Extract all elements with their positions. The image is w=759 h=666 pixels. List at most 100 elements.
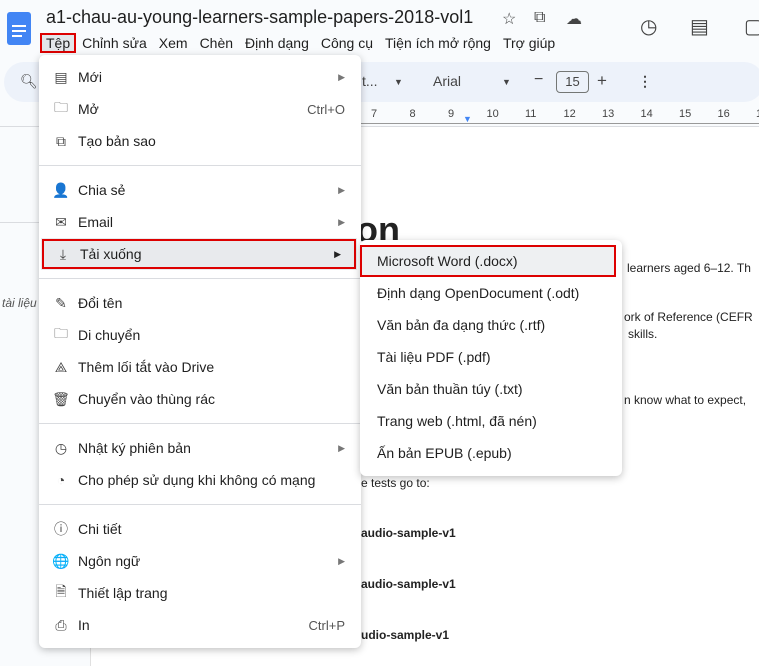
download-option[interactable]: Định dạng OpenDocument (.odt) bbox=[360, 277, 622, 309]
menu-item-label: Mở bbox=[78, 101, 99, 117]
doc-text: e tests go to: bbox=[361, 476, 430, 490]
style-select[interactable]: t... bbox=[362, 73, 378, 89]
outline-text: tài liệu bbox=[2, 296, 37, 310]
menu-divider bbox=[39, 504, 361, 505]
globe-icon: 🌐 bbox=[52, 552, 70, 569]
menu-item[interactable]: Công cụ bbox=[315, 33, 379, 53]
file-menu-item[interactable]: 🗀 Mở Ctrl+O bbox=[39, 93, 361, 125]
info-icon: ⓘ bbox=[54, 521, 68, 537]
doc-text: ork of Reference (CEFR bbox=[624, 310, 753, 324]
menu-item[interactable]: Xem bbox=[153, 33, 194, 53]
page-setup-icon: 🗎 bbox=[55, 583, 67, 599]
file-menu-item[interactable]: ⤓ Tải xuống ▶ bbox=[41, 238, 357, 270]
menu-item-label: Tạo bản sao bbox=[78, 133, 156, 149]
download-option[interactable]: Trang web (.html, đã nén) bbox=[360, 405, 622, 437]
submenu-arrow-icon: ▶ bbox=[338, 216, 345, 227]
submenu-arrow-icon: ▶ bbox=[338, 184, 345, 195]
move-folder-icon[interactable]: ⧉ bbox=[534, 9, 545, 27]
menu-item[interactable]: Tiện ích mở rộng bbox=[379, 33, 497, 53]
ruler-tick-label: 12 bbox=[563, 108, 576, 120]
menu-divider bbox=[39, 165, 361, 166]
download-option[interactable]: Tài liệu PDF (.pdf) bbox=[360, 341, 622, 373]
menu-item-label: Chi tiết bbox=[78, 521, 122, 537]
file-menu-item[interactable]: ✎ Đổi tên bbox=[39, 287, 361, 319]
menu-item[interactable]: Trợ giúp bbox=[497, 33, 561, 53]
file-menu-item[interactable]: 🗀 Di chuyển bbox=[39, 319, 361, 351]
doc-icon: ▤ bbox=[54, 68, 68, 85]
doc-bold-text: udio-sample-v1 bbox=[361, 628, 450, 642]
download-option[interactable]: Microsoft Word (.docx) bbox=[360, 245, 616, 277]
copy-icon: ⧉ bbox=[56, 132, 66, 149]
folder-icon: 🗀 bbox=[54, 99, 68, 115]
file-menu-item[interactable]: ✉ Email ▶ bbox=[39, 206, 361, 238]
file-menu-item[interactable]: 👤 Chia sẻ ▶ bbox=[39, 174, 361, 206]
cloud-saved-icon[interactable]: ☁ bbox=[566, 9, 582, 29]
menu-item-label: In bbox=[78, 617, 90, 633]
trash-icon: 🗑 bbox=[52, 390, 70, 407]
version-history-icon[interactable]: ◷ bbox=[640, 14, 657, 39]
file-menu-item[interactable]: ⎙ In Ctrl+P bbox=[39, 609, 361, 641]
menu-item-label: Đổi tên bbox=[78, 295, 123, 311]
menu-item-label: Ngôn ngữ bbox=[78, 553, 141, 569]
download-option[interactable]: Văn bản thuần túy (.txt) bbox=[360, 373, 622, 405]
chevron-down-icon: ▼ bbox=[394, 77, 403, 87]
file-menu-item[interactable]: 🗎 Thiết lập trang bbox=[39, 577, 361, 609]
ruler-tick-label: 7 bbox=[371, 108, 378, 120]
indent-marker[interactable]: ▼ bbox=[463, 114, 472, 124]
increase-font-size-button[interactable]: + bbox=[597, 71, 607, 91]
menu-item-label: Chia sẻ bbox=[78, 182, 126, 198]
menu-item-label: Chuyển vào thùng rác bbox=[78, 391, 215, 407]
doc-bold-text: audio-sample-v1 bbox=[361, 577, 456, 591]
download-option[interactable]: Văn bản đa dạng thức (.rtf) bbox=[360, 309, 622, 341]
file-menu-item[interactable]: 🌐 Ngôn ngữ ▶ bbox=[39, 545, 361, 577]
doc-text: skills. bbox=[628, 327, 658, 341]
file-menu-item[interactable]: 🗑 Chuyển vào thùng rác bbox=[39, 383, 361, 415]
menu-item-label: Email bbox=[78, 214, 114, 230]
email-icon: ✉ bbox=[55, 213, 67, 230]
ruler-tick-label: 15 bbox=[679, 108, 692, 120]
doc-text: n know what to expect, bbox=[624, 393, 747, 407]
file-menu-item[interactable]: ⓘ Chi tiết bbox=[39, 513, 361, 545]
menu-item[interactable]: Chỉnh sửa bbox=[76, 33, 153, 53]
ruler-tick-label: 10 bbox=[486, 108, 499, 120]
file-menu-item[interactable]: ◔ Cho phép sử dụng khi không có mạng bbox=[39, 464, 361, 496]
menu-item[interactable]: Chèn bbox=[194, 33, 239, 53]
font-size-input[interactable]: 15 bbox=[556, 71, 589, 93]
ruler-tick-label: 9 bbox=[448, 108, 455, 120]
menu-divider bbox=[39, 278, 361, 279]
file-menu-item[interactable]: ▤ Mới ▶ bbox=[39, 61, 361, 93]
print-icon: ⎙ bbox=[55, 616, 67, 633]
shortcut-label: Ctrl+O bbox=[307, 101, 345, 117]
menu-item[interactable]: Định dạng bbox=[239, 33, 315, 53]
decrease-font-size-button[interactable]: − bbox=[534, 71, 543, 89]
menu-file[interactable]: Tệp bbox=[40, 33, 77, 53]
download-icon: ⤓ bbox=[59, 245, 67, 262]
history-icon: ◷ bbox=[54, 439, 68, 456]
meet-icon[interactable]: ▢ bbox=[744, 14, 759, 39]
file-menu-item[interactable]: ⟁ Thêm lối tắt vào Drive bbox=[39, 351, 361, 383]
ruler[interactable]: ▼7891011121314151617 bbox=[360, 106, 759, 126]
rename-icon: ✎ bbox=[55, 294, 67, 311]
submenu-arrow-icon: ▶ bbox=[334, 248, 341, 259]
comments-icon[interactable]: ▤ bbox=[690, 14, 709, 39]
star-icon[interactable]: ☆ bbox=[502, 9, 516, 29]
menu-bar: Tệp Chỉnh sửa Xem Chèn Định dạng Công cụ Tiện … bbox=[40, 33, 561, 53]
ruler-tick-label: 13 bbox=[602, 108, 615, 120]
ruler-tick-label: 8 bbox=[409, 108, 416, 120]
ruler-tick-label: 14 bbox=[640, 108, 653, 120]
shortcut-icon: ⟁ bbox=[54, 358, 68, 375]
file-menu-item[interactable]: ⧉ Tạo bản sao bbox=[39, 125, 361, 157]
download-option[interactable]: Ấn bản EPUB (.epub) bbox=[360, 437, 622, 469]
font-select[interactable]: Arial bbox=[433, 73, 461, 89]
more-options-icon[interactable]: ⋮ bbox=[638, 73, 652, 90]
submenu-arrow-icon: ▶ bbox=[338, 555, 345, 566]
search-menus-icon[interactable]: 🔍︎ bbox=[20, 73, 38, 90]
offline-icon: ◔ bbox=[56, 472, 66, 488]
shortcut-label: Ctrl+P bbox=[308, 617, 345, 633]
menu-item-label: Tải xuống bbox=[80, 246, 142, 262]
file-menu-item[interactable]: ◷ Nhật ký phiên bản ▶ bbox=[39, 432, 361, 464]
menu-item-label: Thiết lập trang bbox=[78, 585, 168, 601]
submenu-arrow-icon: ▶ bbox=[338, 71, 345, 82]
docs-logo[interactable] bbox=[7, 12, 31, 45]
document-title[interactable]: a1-chau-au-young-learners-sample-papers-… bbox=[46, 7, 473, 28]
